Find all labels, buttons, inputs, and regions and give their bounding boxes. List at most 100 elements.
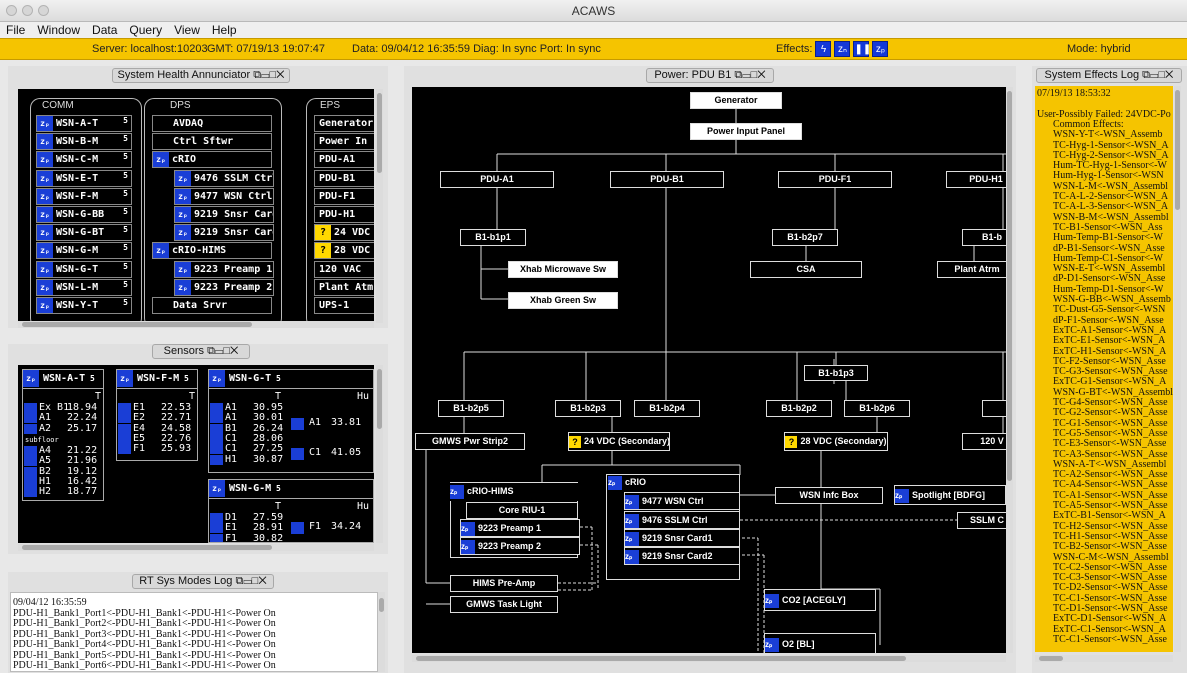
node-b1-b2p7[interactable]: B1-b2p7 — [772, 229, 838, 246]
node-b1-b2p6[interactable]: B1-b2p6 — [844, 400, 910, 417]
node-power-input-panel[interactable]: Power Input Panel — [690, 123, 802, 140]
node-gmws-pwr-strip[interactable]: GMWS Pwr Strip2 — [415, 433, 525, 450]
menu-query[interactable]: Query — [123, 22, 168, 38]
health-tile[interactable]: zₚ WSN-L-M 5 — [36, 278, 132, 296]
health-tile[interactable]: zₚ WSN-G-BB 5 — [36, 206, 132, 223]
health-tile[interactable]: Power In — [314, 133, 374, 151]
node-preamp-2[interactable]: zₚ 9223 Preamp 2 — [460, 537, 580, 555]
node-b1-b2p3[interactable]: B1-b2p3 — [555, 400, 621, 417]
node-b1-b1p3[interactable]: B1-b1p3 — [804, 365, 868, 381]
node-24vdc[interactable]: ? 24 VDC (Secondary) — [568, 432, 670, 451]
menu-view[interactable]: View — [168, 22, 206, 38]
health-tile[interactable]: zₚ WSN-A-T 5 — [36, 115, 132, 132]
node-right-edge[interactable] — [982, 400, 1006, 417]
node-pdu-b1[interactable]: PDU-B1 — [610, 171, 724, 188]
node-spotlight[interactable]: zₚ Spotlight [BDFG] — [894, 485, 1006, 505]
sensor-box-header[interactable]: zₚ WSN-F-M 5 — [117, 370, 197, 389]
health-tile[interactable]: ? 28 VDC — [314, 242, 374, 260]
node-snsr-card2[interactable]: zₚ 9219 Snsr Card2 — [624, 547, 740, 565]
health-tile[interactable]: zₚ 9223 Preamp 2 — [174, 278, 274, 296]
health-tile[interactable]: zₚ WSN-F-M 5 — [36, 187, 132, 205]
health-tile[interactable]: zₚ WSN-B-M 5 — [36, 133, 132, 151]
sensor-box[interactable]: zₚ WSN-G-M 5 T Hu D1 27.59 E1 28.91 F1 30.82 F1 34.… — [208, 479, 374, 543]
health-tile[interactable]: zₚ cRIO — [152, 151, 272, 169]
effect-lightning-icon[interactable]: ϟ — [815, 41, 832, 57]
sensor-box-header[interactable]: zₚ WSN-A-T 5 — [23, 370, 103, 389]
health-tile[interactable]: zₚ WSN-E-T 5 — [36, 169, 132, 187]
node-hims-pre-amp[interactable]: HIMS Pre-Amp — [450, 575, 558, 592]
node-csa[interactable]: CSA — [750, 261, 862, 278]
node-generator[interactable]: Generator — [690, 92, 782, 109]
health-tile[interactable]: PDU-F1 — [314, 187, 374, 205]
health-tile[interactable]: Plant Atm — [314, 278, 374, 296]
health-tile[interactable]: Ctrl Sftwr — [152, 133, 272, 151]
health-tile[interactable]: zₚ 9477 WSN Ctrl — [174, 187, 274, 205]
node-28vdc[interactable]: ? 28 VDC (Secondary) — [784, 432, 888, 451]
node-b1-b2p4[interactable]: B1-b2p4 — [634, 400, 700, 417]
health-tile[interactable]: Generator — [314, 115, 374, 132]
sensor-box-header[interactable]: zₚ WSN-G-M 5 — [209, 480, 373, 499]
node-preamp-1[interactable]: zₚ 9223 Preamp 1 — [460, 519, 580, 537]
node-xhab-green[interactable]: Xhab Green Sw — [508, 292, 618, 309]
health-tile[interactable]: zₚ cRIO-HIMS — [152, 242, 272, 260]
health-tile[interactable]: PDU-B1 — [314, 169, 374, 187]
menu-data[interactable]: Data — [86, 22, 123, 38]
sensor-box[interactable]: zₚ WSN-G-T 5 T Hu A1 30.95 A1 30.01 B1 26.24 C1 28.… — [208, 369, 374, 473]
node-b1-b2p2[interactable]: B1-b2p2 — [766, 400, 832, 417]
sensors-title[interactable]: Sensors ⧉▭□✕ — [152, 344, 250, 359]
node-snsr-card1[interactable]: zₚ 9219 Snsr Card1 — [624, 529, 740, 547]
effects-hscroll[interactable] — [1035, 655, 1173, 662]
health-tile[interactable]: zₚ WSN-Y-T 5 — [36, 297, 132, 314]
node-o2[interactable]: zₚ O2 [BL] — [764, 633, 876, 653]
health-tile[interactable]: AVDAQ — [152, 115, 272, 132]
sensor-box-header[interactable]: zₚ WSN-G-T 5 — [209, 370, 373, 389]
node-crio-hims[interactable]: zₚ cRIO-HIMS — [450, 483, 578, 501]
health-vscroll[interactable] — [376, 89, 383, 323]
sensors-vscroll[interactable] — [376, 365, 383, 543]
node-sslm-ctrl[interactable]: zₚ 9476 SSLM Ctrl — [624, 511, 740, 529]
node-wsn-infc-box[interactable]: WSN Infc Box — [775, 487, 883, 504]
power-hscroll[interactable] — [412, 655, 1006, 662]
effect-zp-alt-icon[interactable]: zₚ — [872, 41, 889, 57]
node-plant-atrm[interactable]: Plant Atrm — [937, 261, 1006, 278]
health-tile[interactable]: ? 24 VDC — [314, 224, 374, 242]
node-core-riu[interactable]: Core RIU-1 — [466, 502, 578, 519]
rt-log-vscroll[interactable] — [378, 592, 385, 672]
health-tile[interactable]: zₚ WSN-G-T 5 — [36, 260, 132, 278]
system-health-title[interactable]: System Health Annunciator ⧉▭□✕ — [112, 68, 290, 83]
health-hscroll[interactable] — [18, 321, 374, 328]
health-tile[interactable]: zₚ9219 Snsr Card1 — [174, 206, 274, 223]
node-pdu-f1[interactable]: PDU-F1 — [778, 171, 892, 188]
menu-help[interactable]: Help — [206, 22, 243, 38]
health-tile[interactable]: PDU-H1 — [314, 206, 374, 223]
health-tile[interactable]: zₚ9219 Snsr Card2 — [174, 224, 274, 242]
node-xhab-microwave[interactable]: Xhab Microwave Sw — [508, 261, 618, 278]
health-tile[interactable]: zₚ 9476 SSLM Ctrl — [174, 169, 274, 187]
menu-window[interactable]: Window — [31, 22, 86, 38]
sensor-box[interactable]: zₚ WSN-A-T 5 T Ex B1 18.94 A1 22.24 A2 25.17 A4 21… — [22, 369, 104, 501]
node-crio[interactable]: zₚ cRIO — [608, 475, 668, 492]
node-120v[interactable]: 120 V — [962, 433, 1006, 450]
pause-icon[interactable]: ❚❚ — [853, 41, 871, 57]
node-gmws-task-light[interactable]: GMWS Task Light — [450, 596, 558, 613]
node-pdu-a1[interactable]: PDU-A1 — [440, 171, 554, 188]
health-tile[interactable]: zₚ WSN-G-BT 5 — [36, 224, 132, 242]
health-tile[interactable]: PDU-A1 — [314, 151, 374, 169]
node-pdu-h1[interactable]: PDU-H1 — [946, 171, 1006, 188]
effect-zp-icon[interactable]: zₙ — [834, 41, 851, 57]
effects-vscroll[interactable] — [1174, 86, 1181, 652]
node-wsn-ctrl[interactable]: zₚ 9477 WSN Ctrl — [624, 492, 740, 510]
node-b1-b[interactable]: B1-b — [962, 229, 1006, 246]
power-vscroll[interactable] — [1006, 87, 1013, 653]
menu-file[interactable]: File — [0, 22, 31, 38]
node-co2[interactable]: zₚ CO2 [ACEGLY] — [764, 589, 876, 611]
sensor-box[interactable]: zₚ WSN-F-M 5 T E1 22.53 E2 22.71 E4 24.58 E5 22.76… — [116, 369, 198, 461]
health-tile[interactable]: zₚ 9223 Preamp 1 — [174, 260, 274, 278]
node-b1-b2p5[interactable]: B1-b2p5 — [438, 400, 504, 417]
rt-log-title[interactable]: RT Sys Modes Log ⧉▭□✕ — [132, 574, 274, 589]
health-tile[interactable]: 120 VAC — [314, 260, 374, 278]
health-tile[interactable]: Data Srvr — [152, 297, 272, 314]
node-sslm-c[interactable]: SSLM C — [957, 512, 1006, 529]
effects-log-title[interactable]: System Effects Log ⧉▭□✕ — [1036, 68, 1182, 83]
health-tile[interactable]: zₚ WSN-G-M 5 — [36, 242, 132, 260]
